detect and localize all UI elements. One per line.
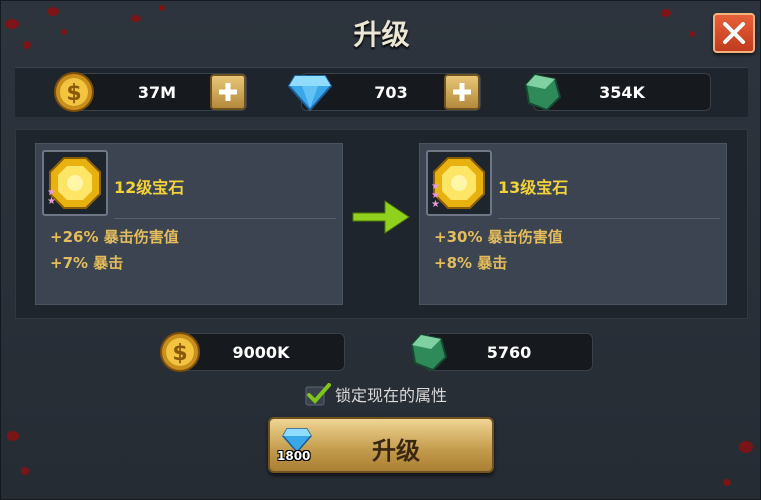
next-gem-card: ★ ★ ★ 13级宝石 +30% 暴击伤害值 +8% 暴击: [419, 143, 727, 305]
splatter-decoration: [21, 467, 29, 475]
gold-coin-icon: $: [160, 332, 200, 372]
plus-icon: [219, 83, 237, 101]
upgrade-dialog: 升级 37M $ 703 354K ★ ★ 12级宝石 +26% 暴击伤害值 +…: [0, 0, 761, 500]
current-gem-slot: ★ ★: [42, 150, 108, 216]
svg-text:$: $: [66, 81, 81, 106]
splatter-decoration: [739, 441, 753, 453]
star-rank-icon: ★ ★: [47, 187, 56, 207]
buy-diamond-button[interactable]: [444, 74, 480, 110]
splatter-decoration: [159, 5, 165, 11]
gold-balance-value: 37M: [137, 82, 177, 102]
next-gem-stat: +30% 暴击伤害值: [434, 228, 563, 246]
card-divider: [498, 218, 720, 219]
dialog-title: 升级: [353, 18, 410, 51]
lock-checkbox[interactable]: [305, 382, 331, 406]
diamond-icon: [287, 75, 333, 112]
current-gem-title: 12级宝石: [114, 178, 185, 197]
plus-icon: [453, 83, 471, 101]
right-arrow-icon: [352, 200, 410, 234]
close-button[interactable]: [713, 13, 755, 53]
buy-gold-button[interactable]: [210, 74, 246, 110]
close-icon: [723, 22, 745, 44]
checkmark-icon: [305, 383, 331, 406]
star-rank-icon: ★ ★ ★: [431, 181, 440, 210]
lock-attributes-row[interactable]: 锁定现在的属性: [305, 381, 447, 407]
card-divider: [114, 218, 336, 219]
gold-cost: 9000K: [177, 333, 345, 371]
stone-balance-value: 354K: [599, 82, 645, 102]
next-gem-slot: ★ ★ ★: [426, 150, 492, 216]
next-gem-stat: +8% 暴击: [434, 254, 508, 272]
upgrade-diamond-price: 1800: [277, 449, 311, 463]
gold-coin-icon: $: [54, 72, 94, 112]
green-stone-icon: [410, 333, 448, 372]
splatter-decoration: [7, 431, 19, 441]
current-gem-card: ★ ★ 12级宝石 +26% 暴击伤害值 +7% 暴击: [35, 143, 343, 305]
stone-cost-value: 5760: [486, 342, 532, 362]
stone-cost: 5760: [425, 333, 593, 371]
lock-attributes-label: 锁定现在的属性: [335, 386, 448, 405]
next-gem-title: 13级宝石: [498, 178, 569, 197]
svg-text:$: $: [172, 341, 187, 366]
splatter-decoration: [723, 479, 731, 486]
gold-cost-value: 9000K: [232, 342, 290, 362]
green-stone-icon: [524, 73, 562, 112]
current-gem-stat: +7% 暴击: [50, 254, 124, 272]
diamond-balance-value: 703: [374, 82, 408, 102]
current-gem-stat: +26% 暴击伤害值: [50, 228, 179, 246]
